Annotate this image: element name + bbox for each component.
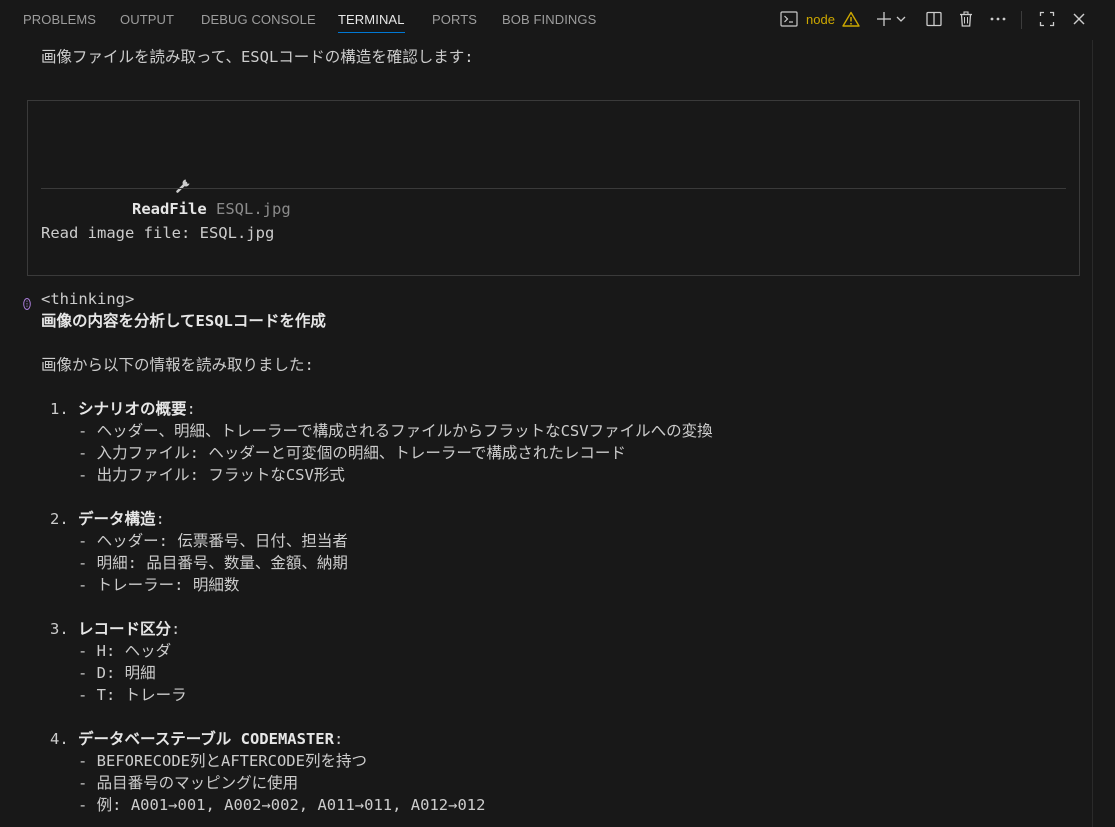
terminal-output[interactable]: 画像ファイルを読み取って、ESQLコードの構造を確認します: ReadFile …	[0, 40, 1092, 827]
tool-name: ReadFile	[132, 200, 207, 218]
terminal-scrollbar[interactable]	[1092, 40, 1115, 827]
section-heading: 4. データベーステーブル CODEMASTER:	[50, 730, 344, 748]
close-icon[interactable]	[1068, 8, 1090, 30]
split-icon[interactable]	[923, 8, 945, 30]
analysis-heading: 画像の内容を分析してESQLコードを作成	[41, 312, 326, 330]
terminal-icon[interactable]	[778, 8, 800, 30]
list-item: - ヘッダー、明細、トレーラーで構成されるファイルからフラットなCSVファイルへ…	[78, 422, 713, 440]
list-item: - D: 明細	[78, 664, 156, 682]
list-item: - ヘッダー: 伝票番号、日付、担当者	[78, 532, 348, 550]
list-item: - トレーラー: 明細数	[78, 576, 240, 594]
list-item: - H: ヘッダ	[78, 642, 172, 660]
intro-line: 画像ファイルを読み取って、ESQLコードの構造を確認します:	[41, 48, 474, 66]
section-heading: 2. データ構造:	[50, 510, 165, 528]
terminal-name[interactable]: node	[806, 12, 835, 27]
list-item: - 品目番号のマッピングに使用	[78, 774, 299, 792]
tool-arg: ESQL.jpg	[216, 200, 291, 218]
list-item: - T: トレーラ	[78, 686, 187, 704]
section-heading: 1. シナリオの概要:	[50, 400, 196, 418]
plus-icon[interactable]	[873, 8, 895, 30]
trash-icon[interactable]	[955, 8, 977, 30]
chevron-down-icon[interactable]	[894, 8, 908, 30]
thinking-tag: <thinking>	[41, 290, 135, 308]
more-icon[interactable]	[987, 8, 1009, 30]
section-heading: 3. レコード区分:	[50, 620, 181, 638]
summary-line: 画像から以下の情報を読み取りました:	[41, 356, 314, 374]
toolbar-separator	[1021, 11, 1022, 29]
list-item: - 例: A001→001, A002→002, A011→011, A012→…	[78, 796, 486, 814]
list-item: - 入力ファイル: ヘッダーと可変個の明細、トレーラーで構成されたレコード	[78, 444, 626, 462]
tool-call-box: ReadFile ESQL.jpg Read image file: ESQL.…	[27, 100, 1080, 276]
wrench-icon	[100, 156, 190, 222]
thinking-marker-icon	[22, 296, 32, 310]
panel-tab-bar: PROBLEMS OUTPUT DEBUG CONSOLE TERMINAL P…	[0, 0, 1115, 40]
warning-icon[interactable]	[840, 8, 862, 30]
list-item: - BEFORECODE列とAFTERCODE列を持つ	[78, 752, 367, 770]
list-item: - 明細: 品目番号、数量、金額、納期	[78, 554, 348, 572]
panel-actions: node	[0, 8, 1115, 32]
maximize-icon[interactable]	[1036, 8, 1058, 30]
tool-divider	[41, 188, 1066, 189]
tool-result: Read image file: ESQL.jpg	[41, 224, 275, 242]
list-item: - 出力ファイル: フラットなCSV形式	[78, 466, 345, 484]
